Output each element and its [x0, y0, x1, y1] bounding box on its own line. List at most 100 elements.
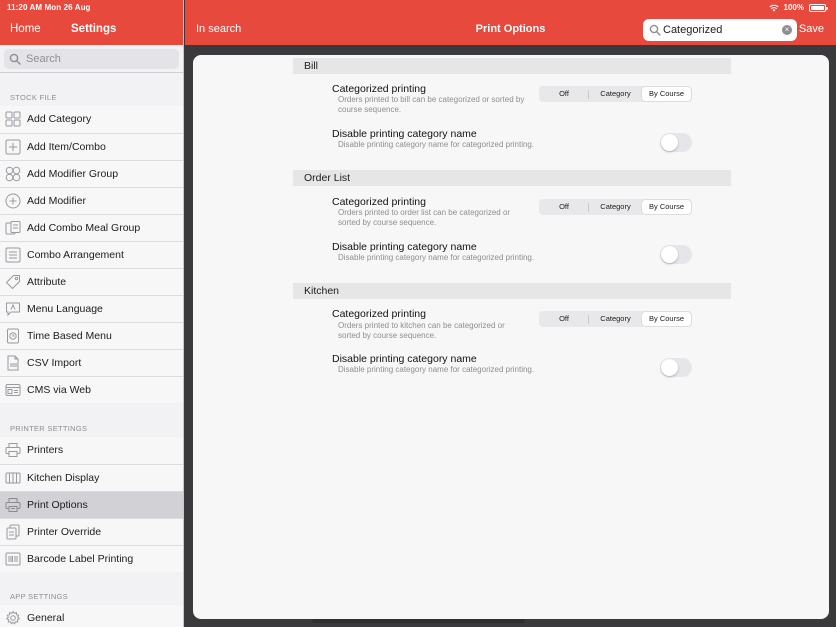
sidebar-search-input[interactable] — [26, 51, 171, 67]
display-icon — [5, 472, 21, 484]
document-icon — [6, 524, 20, 540]
circles-icon — [5, 166, 21, 182]
section-header-app-settings: APP SETTINGS — [10, 592, 69, 601]
disable-category-name-desc: Disable printing category name for categ… — [338, 365, 535, 374]
categorized-printing-title: Categorized printing — [332, 308, 426, 320]
segment-category[interactable]: Category — [589, 312, 642, 326]
sidebar-item-csv-import[interactable]: CSV Import — [0, 349, 183, 376]
sidebar-item-add-category[interactable]: Add Category — [0, 106, 183, 133]
sidebar-item-label: General — [27, 612, 65, 624]
stack-icon — [5, 221, 21, 235]
home-indicator[interactable] — [312, 619, 525, 623]
sidebar-item-label: Menu Language — [27, 303, 103, 315]
segment-by-course[interactable]: By Course — [642, 87, 691, 101]
section-header-bill: Bill — [293, 58, 731, 74]
toggle-knob — [661, 246, 678, 263]
disable-category-name-desc: Disable printing category name for categ… — [338, 140, 535, 149]
sidebar-item-label: Attribute — [27, 276, 67, 288]
printer-icon — [5, 443, 21, 457]
sidebar-item-attribute[interactable]: Attribute — [0, 268, 183, 295]
clock-icon — [7, 328, 19, 344]
wifi-icon — [768, 4, 779, 11]
sidebar-item-add-item-combo[interactable]: Add Item/Combo — [0, 133, 183, 160]
printer-settings-list: Printers Kitchen Display Print Options P… — [0, 437, 183, 572]
search-icon — [9, 53, 21, 65]
list-icon — [5, 247, 21, 263]
sidebar-item-kitchen-display[interactable]: Kitchen Display — [0, 464, 183, 491]
plus-square-icon — [5, 139, 21, 155]
grid-icon — [5, 111, 21, 127]
sidebar-item-label: Add Modifier Group — [27, 168, 119, 180]
sidebar-item-time-based-menu[interactable]: Time Based Menu — [0, 322, 183, 349]
segment-off[interactable]: Off — [540, 312, 588, 326]
status-time: 11:20 AM Mon 26 Aug — [7, 3, 91, 12]
sidebar-item-menu-language[interactable]: Menu Language — [0, 295, 183, 322]
segment-off[interactable]: Off — [540, 200, 588, 214]
sidebar-item-barcode-label-printing[interactable]: Barcode Label Printing — [0, 545, 183, 572]
sidebar-item-print-options[interactable]: Print Options — [0, 491, 183, 518]
topbar-search[interactable]: × — [643, 19, 797, 41]
disable-category-name-title: Disable printing category name — [332, 241, 477, 253]
disable-category-name-toggle[interactable] — [660, 133, 692, 152]
sidebar-item-add-combo-meal-group[interactable]: Add Combo Meal Group — [0, 214, 183, 241]
print-options-panel: Bill Categorized printing Orders printed… — [193, 55, 829, 619]
sidebar-item-label: CMS via Web — [27, 384, 91, 396]
disable-category-name-title: Disable printing category name — [332, 128, 477, 140]
segment-category[interactable]: Category — [589, 87, 642, 101]
sidebar-item-label: Add Modifier — [27, 195, 86, 207]
sidebar-item-general[interactable]: General — [0, 605, 183, 627]
sidebar-item-label: Add Combo Meal Group — [27, 222, 141, 234]
battery-percent: 100% — [783, 3, 804, 12]
sidebar-header: 11:20 AM Mon 26 Aug Home Settings — [0, 0, 183, 45]
print-options-icon — [5, 498, 21, 512]
web-icon — [5, 384, 21, 396]
sidebar-item-label: Add Category — [27, 113, 92, 125]
top-bar: 100% In search Print Options × Save — [185, 0, 836, 45]
plus-circle-icon — [5, 193, 21, 209]
in-search-back-button[interactable]: In search — [196, 23, 241, 35]
segment-by-course[interactable]: By Course — [642, 200, 691, 214]
segment-by-course[interactable]: By Course — [642, 312, 691, 326]
gear-icon — [5, 610, 21, 625]
sidebar-item-printer-override[interactable]: Printer Override — [0, 518, 183, 545]
toggle-knob — [661, 359, 678, 376]
sidebar-item-label: Printer Override — [27, 526, 102, 538]
topbar-search-input[interactable] — [663, 22, 775, 38]
csv-icon — [7, 355, 19, 371]
stock-file-list: Add Category Add Item/Combo Add Modifier… — [0, 106, 183, 403]
sidebar-item-label: Add Item/Combo — [27, 141, 106, 153]
categorized-printing-segmented-control: Off Category By Course — [539, 199, 692, 215]
categorized-printing-desc: Orders printed to kitchen can be categor… — [338, 321, 505, 340]
sidebar-item-printers[interactable]: Printers — [0, 437, 183, 464]
search-icon — [649, 24, 661, 36]
sidebar-item-label: Time Based Menu — [27, 330, 112, 342]
categorized-printing-desc: Orders printed to order list can be cate… — [338, 208, 511, 227]
sidebar-item-add-modifier[interactable]: Add Modifier — [0, 187, 183, 214]
sidebar-search[interactable] — [4, 49, 179, 69]
sidebar-item-label: Barcode Label Printing — [27, 553, 134, 565]
categorized-printing-segmented-control: Off Category By Course — [539, 311, 692, 327]
sidebar-item-add-modifier-group[interactable]: Add Modifier Group — [0, 160, 183, 187]
disable-category-name-toggle[interactable] — [660, 358, 692, 377]
disable-category-name-title: Disable printing category name — [332, 353, 477, 365]
toggle-knob — [661, 134, 678, 151]
categorized-printing-desc: Orders printed to bill can be categorize… — [338, 95, 525, 114]
categorized-printing-segmented-control: Off Category By Course — [539, 86, 692, 102]
section-header-order-list: Order List — [293, 170, 731, 186]
section-header-stock-file: STOCK FILE — [10, 93, 57, 102]
barcode-icon — [5, 552, 21, 566]
section-header-kitchen: Kitchen — [293, 283, 731, 299]
sidebar-title: Settings — [71, 23, 117, 35]
save-button[interactable]: Save — [799, 23, 824, 35]
home-button[interactable]: Home — [10, 23, 41, 35]
sidebar-item-label: Printers — [27, 444, 64, 456]
tag-icon — [5, 275, 20, 290]
status-bar-right: 100% — [768, 3, 828, 12]
disable-category-name-toggle[interactable] — [660, 245, 692, 264]
sidebar-item-label: CSV Import — [27, 357, 82, 369]
segment-category[interactable]: Category — [589, 200, 642, 214]
sidebar-item-cms-via-web[interactable]: CMS via Web — [0, 376, 183, 403]
sidebar-item-combo-arrangement[interactable]: Combo Arrangement — [0, 241, 183, 268]
segment-off[interactable]: Off — [540, 87, 588, 101]
clear-search-icon[interactable]: × — [782, 25, 792, 35]
